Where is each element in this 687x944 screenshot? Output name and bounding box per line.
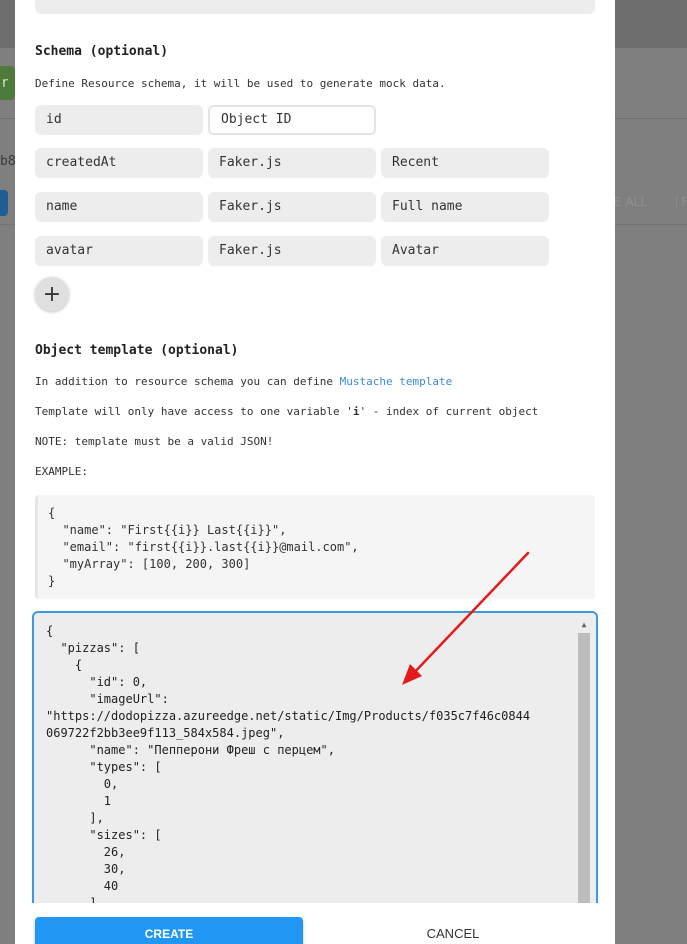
plus-icon: +: [42, 281, 62, 307]
template-variable-text-end: ' - index of current object: [359, 405, 539, 418]
template-description: In addition to resource schema you can d…: [35, 375, 452, 388]
background-blue-button: [0, 190, 8, 216]
scroll-up-arrow-icon[interactable]: ▲: [578, 619, 590, 631]
schema-title: Schema (optional): [35, 44, 169, 59]
object-template-editor-content[interactable]: { "pizzas": [ { "id": 0, "imageUrl": "ht…: [46, 623, 576, 909]
object-template-editor[interactable]: { "pizzas": [ { "id": 0, "imageUrl": "ht…: [32, 611, 598, 911]
background-button-fragment: F: [676, 195, 687, 209]
create-button[interactable]: CREATE: [35, 917, 303, 944]
schema-field-method-select[interactable]: Recent: [381, 148, 549, 178]
schema-field-name-input[interactable]: avatar: [35, 236, 203, 266]
template-example-label: EXAMPLE:: [35, 465, 88, 478]
template-example-code: { "name": "First{{i}} Last{{i}}", "email…: [35, 495, 595, 599]
template-variable-note: Template will only have access to one va…: [35, 405, 538, 418]
template-variable-text: Template will only have access to one va…: [35, 405, 353, 418]
schema-field-method-select[interactable]: Full name: [381, 192, 549, 222]
background-green-button: r: [0, 66, 16, 100]
add-field-button[interactable]: +: [35, 277, 69, 311]
schema-field-type-select[interactable]: Faker.js: [208, 236, 376, 266]
schema-description: Define Resource schema, it will be used …: [35, 77, 446, 90]
schema-field-type-select[interactable]: Faker.js: [208, 148, 376, 178]
editor-scrollbar-thumb[interactable]: [578, 633, 590, 909]
resource-name-input[interactable]: reactPizza: [35, 0, 595, 14]
template-description-text: In addition to resource schema you can d…: [35, 375, 340, 388]
schema-field-name-input[interactable]: createdAt: [35, 148, 203, 178]
schema-field-method-select[interactable]: Avatar: [381, 236, 549, 266]
schema-field-type-select[interactable]: Object ID: [208, 105, 376, 135]
background-text-fragment: b8: [0, 154, 16, 169]
modal-footer: CREATE CANCEL: [15, 903, 615, 944]
schema-field-name-input[interactable]: name: [35, 192, 203, 222]
cancel-button[interactable]: CANCEL: [319, 917, 587, 944]
template-variable-name: i: [352, 405, 360, 418]
template-json-note: NOTE: template must be a valid JSON!: [35, 435, 274, 448]
template-title: Object template (optional): [35, 343, 239, 358]
background-delete-all-button: E ALL: [614, 195, 647, 209]
schema-field-type-select[interactable]: Faker.js: [208, 192, 376, 222]
mustache-template-link[interactable]: Mustache template: [340, 375, 453, 388]
create-resource-modal: reactPizza Schema (optional) Define Reso…: [15, 0, 615, 944]
schema-field-name-input[interactable]: id: [35, 105, 203, 135]
